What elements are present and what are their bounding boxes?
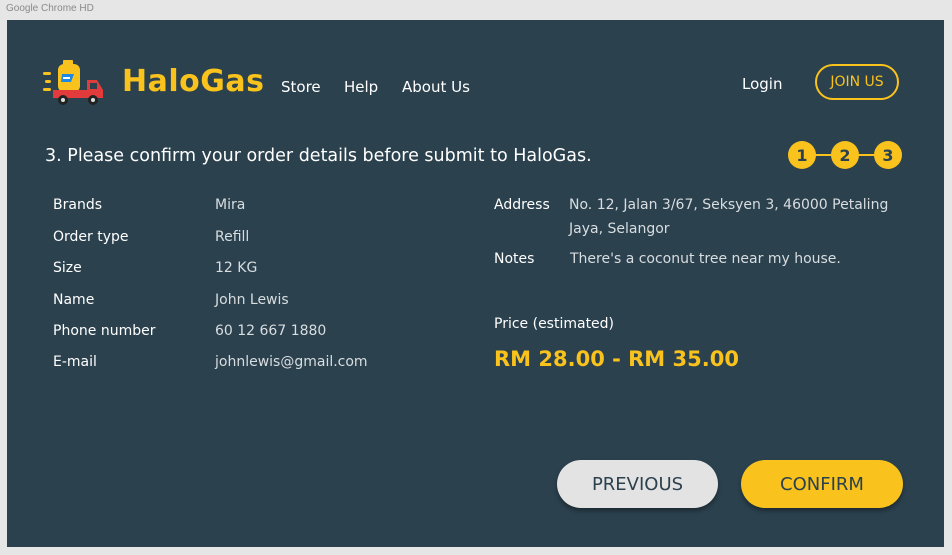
- notes-value: There's a coconut tree near my house.: [570, 251, 841, 267]
- nav-about-us[interactable]: About Us: [402, 78, 470, 96]
- step-3: 3: [874, 141, 902, 169]
- price-value: RM 28.00 - RM 35.00: [494, 347, 739, 371]
- confirm-button[interactable]: CONFIRM: [741, 460, 903, 508]
- address-label: Address: [494, 197, 550, 213]
- address-line-2: Jaya, Selangor: [569, 221, 670, 237]
- nav-help[interactable]: Help: [344, 78, 378, 96]
- name-value: John Lewis: [215, 292, 289, 308]
- address-line-1: No. 12, Jalan 3/67, Seksyen 3, 46000 Pet…: [569, 197, 889, 213]
- phone-label: Phone number: [53, 323, 156, 339]
- order-type-value: Refill: [215, 229, 250, 245]
- address-value: No. 12, Jalan 3/67, Seksyen 3, 46000 Pet…: [569, 193, 888, 241]
- join-us-button[interactable]: JOIN US: [815, 64, 899, 100]
- previous-button[interactable]: PREVIOUS: [557, 460, 718, 508]
- phone-value: 60 12 667 1880: [215, 323, 327, 339]
- notes-label: Notes: [494, 251, 535, 267]
- gas-delivery-truck-icon[interactable]: [43, 58, 105, 108]
- name-label: Name: [53, 292, 95, 308]
- brand-logo-text[interactable]: HaloGas: [122, 64, 264, 99]
- app-frame: HaloGas Store Help About Us Login JOIN U…: [7, 20, 944, 547]
- login-link[interactable]: Login: [742, 75, 782, 93]
- brands-label: Brands: [53, 197, 102, 213]
- window-title: Google Chrome HD: [6, 3, 94, 14]
- price-label: Price (estimated): [494, 316, 615, 332]
- size-value: 12 KG: [215, 260, 258, 276]
- step-1: 1: [788, 141, 816, 169]
- step-2: 2: [831, 141, 859, 169]
- brands-value: Mira: [215, 197, 246, 213]
- email-label: E-mail: [53, 354, 97, 370]
- step-indicator: 1 2 3: [788, 141, 902, 169]
- nav-store[interactable]: Store: [281, 78, 321, 96]
- size-label: Size: [53, 260, 82, 276]
- email-value: johnlewis@gmail.com: [215, 354, 368, 370]
- order-type-label: Order type: [53, 229, 129, 245]
- page-title: 3. Please confirm your order details bef…: [45, 146, 592, 166]
